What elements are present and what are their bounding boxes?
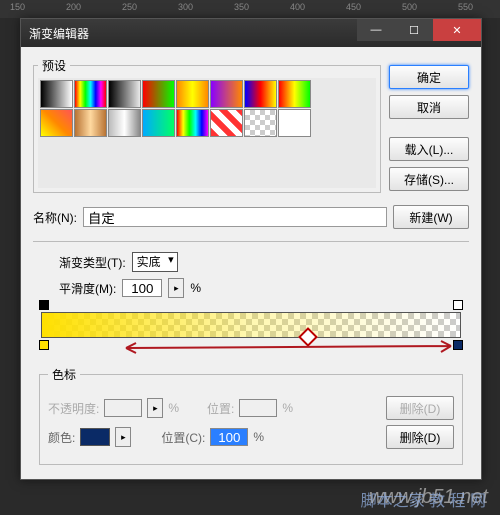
load-button[interactable]: 载入(L)... xyxy=(389,137,469,161)
gradient-bar[interactable] xyxy=(41,312,461,338)
ok-button[interactable]: 确定 xyxy=(389,65,469,89)
preset-swatch[interactable] xyxy=(142,80,175,108)
name-input[interactable] xyxy=(83,207,387,227)
opacity-stop-right[interactable] xyxy=(453,300,463,312)
opacity-stop-left[interactable] xyxy=(39,300,49,312)
preset-swatch[interactable] xyxy=(74,80,107,108)
smoothness-suffix: % xyxy=(190,281,201,295)
preset-swatch[interactable] xyxy=(210,109,243,137)
preset-swatch[interactable] xyxy=(176,109,209,137)
preset-swatch[interactable] xyxy=(244,109,277,137)
preset-swatch[interactable] xyxy=(176,80,209,108)
color-swatch[interactable] xyxy=(80,428,110,446)
color-stop-left[interactable] xyxy=(39,340,49,352)
opacity-label: 不透明度: xyxy=(48,400,99,417)
gradient-bar-container xyxy=(41,312,461,338)
opacity-position-label: 位置: xyxy=(207,400,234,417)
color-label: 颜色: xyxy=(48,429,75,446)
close-button[interactable]: ✕ xyxy=(433,19,481,41)
preset-swatch[interactable] xyxy=(142,109,175,137)
save-button[interactable]: 存储(S)... xyxy=(389,167,469,191)
color-position-label: 位置(C): xyxy=(161,429,205,446)
preset-swatch[interactable] xyxy=(74,109,107,137)
smoothness-spinner[interactable]: ▸ xyxy=(168,278,184,298)
presets-legend: 预设 xyxy=(38,57,70,74)
preset-swatch[interactable] xyxy=(210,80,243,108)
smoothness-label: 平滑度(M): xyxy=(59,280,116,297)
preset-swatch[interactable] xyxy=(40,109,73,137)
delete-opacity-button: 删除(D) xyxy=(386,396,454,420)
opacity-input xyxy=(104,399,142,417)
window-title: 渐变编辑器 xyxy=(29,25,89,42)
cancel-button[interactable]: 取消 xyxy=(389,95,469,119)
delete-color-button[interactable]: 删除(D) xyxy=(386,425,454,449)
preset-swatch[interactable] xyxy=(40,80,73,108)
opacity-spinner: ▸ xyxy=(147,398,163,418)
color-stops-fieldset: 色标 不透明度: ▸ % 位置: % 删除(D) 颜色: ▸ 位置(C): xyxy=(39,366,463,465)
opacity-position-input xyxy=(239,399,277,417)
gradient-editor-window: 渐变编辑器 — ☐ ✕ 预设 确定 取消 载入(L)... 存储(S). xyxy=(20,18,482,480)
stops-legend: 色标 xyxy=(48,366,80,383)
maximize-button[interactable]: ☐ xyxy=(395,19,433,41)
new-button[interactable]: 新建(W) xyxy=(393,205,469,229)
preset-swatch[interactable] xyxy=(108,109,141,137)
color-picker-arrow[interactable]: ▸ xyxy=(115,427,131,447)
preset-swatch[interactable] xyxy=(278,109,311,137)
presets-fieldset: 预设 xyxy=(33,57,381,193)
color-position-input[interactable] xyxy=(210,428,248,446)
gradient-type-label: 渐变类型(T): xyxy=(59,254,126,271)
canvas-ruler: 150200250300350400450500550 xyxy=(0,0,500,18)
annotation-arrow xyxy=(121,338,461,358)
preset-swatch[interactable] xyxy=(278,80,311,108)
preset-swatch[interactable] xyxy=(244,80,277,108)
preset-swatch[interactable] xyxy=(108,80,141,108)
titlebar[interactable]: 渐变编辑器 — ☐ ✕ xyxy=(21,19,481,47)
gradient-type-select[interactable]: 实底 xyxy=(132,252,178,272)
name-label: 名称(N): xyxy=(33,209,77,226)
watermark-cn: 脚本之家 教 程 网 xyxy=(361,487,486,511)
presets-panel[interactable] xyxy=(38,78,376,188)
smoothness-input[interactable] xyxy=(122,279,162,297)
minimize-button[interactable]: — xyxy=(357,19,395,41)
